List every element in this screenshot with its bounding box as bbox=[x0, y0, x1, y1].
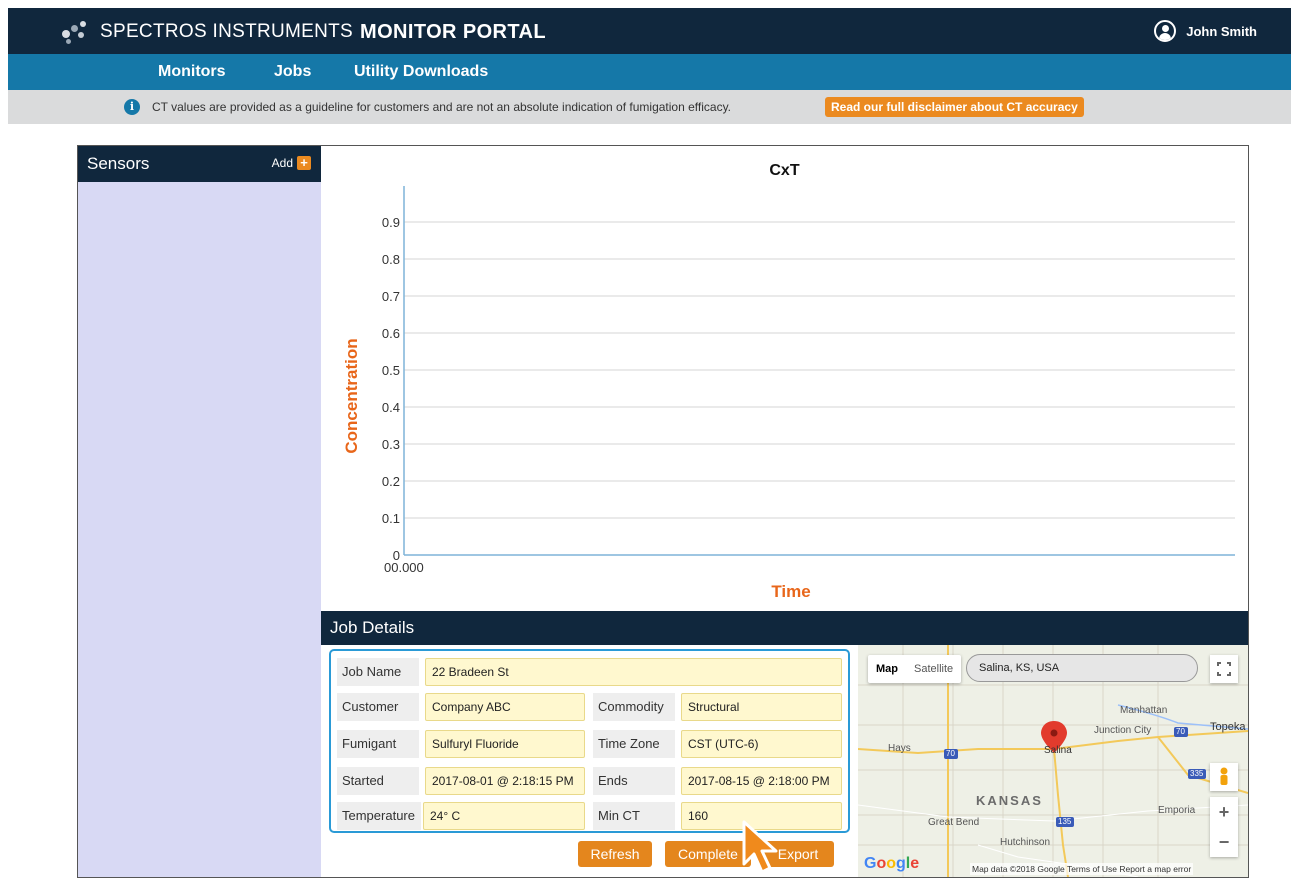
user-menu[interactable]: John Smith bbox=[1154, 20, 1257, 42]
y-tick-label: 0.3 bbox=[382, 437, 400, 452]
zoom-control: + − bbox=[1210, 797, 1238, 857]
map-label-manhattan: Manhattan bbox=[1120, 705, 1168, 716]
complete-button[interactable]: Complete bbox=[665, 841, 751, 867]
user-name: John Smith bbox=[1186, 23, 1257, 39]
fullscreen-icon[interactable] bbox=[1210, 655, 1238, 683]
y-tick-label: 0.7 bbox=[382, 289, 400, 304]
nav-utility-downloads[interactable]: Utility Downloads bbox=[354, 63, 488, 81]
mouse-pointer-icon bbox=[742, 820, 778, 874]
started-label: Started bbox=[337, 767, 419, 795]
y-tick-label: 0.9 bbox=[382, 215, 400, 230]
i70-shield-east: 70 bbox=[1176, 727, 1185, 736]
y-tick-label: 0.4 bbox=[382, 400, 400, 415]
map-label-hutchinson: Hutchinson bbox=[1000, 837, 1051, 848]
job-details-header: Job Details bbox=[321, 611, 1248, 645]
nav-monitors[interactable]: Monitors bbox=[158, 63, 226, 81]
spectros-logo-icon bbox=[60, 20, 92, 44]
zoom-out-button[interactable]: − bbox=[1210, 827, 1238, 857]
ends-label: Ends bbox=[593, 767, 675, 795]
y-tick-label: 0.5 bbox=[382, 363, 400, 378]
customer-field[interactable]: Company ABC bbox=[425, 693, 585, 721]
x-axis-title: Time bbox=[771, 582, 810, 601]
x-tick-label: 00.000 bbox=[384, 560, 424, 575]
brand[interactable]: SPECTROS INSTRUMENTS MONITOR PORTAL bbox=[60, 20, 546, 44]
i70-shield-west: 70 bbox=[946, 749, 955, 758]
google-logo: Google bbox=[864, 855, 920, 872]
map-type-satellite-button[interactable]: Satellite bbox=[906, 655, 961, 683]
map-search-input[interactable]: Salina, KS, USA bbox=[966, 654, 1198, 682]
y-tick-label: 0.8 bbox=[382, 252, 400, 267]
chart-canvas: 0.90.80.70.60.50.40.30.20.1000.000Concen… bbox=[342, 186, 1235, 601]
ends-field[interactable]: 2017-08-15 @ 2:18:00 PM bbox=[681, 767, 842, 795]
job-details-form: Job Name 22 Bradeen St Customer Company … bbox=[329, 649, 850, 833]
started-row: Started 2017-08-01 @ 2:18:15 PM Ends 201… bbox=[337, 767, 842, 795]
map-type-map-button[interactable]: Map bbox=[868, 655, 906, 683]
started-field[interactable]: 2017-08-01 @ 2:18:15 PM bbox=[425, 767, 585, 795]
cxt-chart: CxT 0.9 0.8 0.7 0.6 0.5 0.4 0.3 0.2 0.1 0 00.000 Co… bbox=[321, 146, 1248, 611]
i335-shield: 335 bbox=[1190, 769, 1204, 778]
map-label-salina: Salina bbox=[1044, 745, 1072, 756]
sensors-title: Sensors bbox=[87, 154, 150, 173]
job-details-title: Job Details bbox=[330, 618, 415, 637]
disclaimer-link[interactable]: Read our full disclaimer about CT accura… bbox=[825, 97, 1084, 117]
y-tick-label: 0.1 bbox=[382, 511, 400, 526]
y-axis-title: Concentration bbox=[342, 338, 361, 453]
notice-text: CT values are provided as a guideline fo… bbox=[152, 100, 732, 114]
info-icon: i bbox=[124, 99, 140, 115]
fumigant-field[interactable]: Sulfuryl Fluoride bbox=[425, 730, 585, 758]
commodity-label: Commodity bbox=[593, 693, 675, 721]
job-name-field[interactable]: 22 Bradeen St bbox=[425, 658, 842, 686]
main-panel: Sensors Add + CxT 0.9 0.8 0.7 0.6 0.5 0.4 0.3 0… bbox=[77, 145, 1249, 878]
map-label-junction-city: Junction City bbox=[1094, 725, 1152, 736]
plus-icon: + bbox=[297, 156, 311, 170]
min-ct-label: Min CT bbox=[593, 802, 675, 830]
street-view-pegman-icon[interactable] bbox=[1210, 763, 1238, 791]
y-tick-label: 0.6 bbox=[382, 326, 400, 341]
map-label-hays: Hays bbox=[888, 743, 911, 754]
map-type-control: Map Satellite bbox=[868, 655, 962, 683]
map-label-emporia: Emporia bbox=[1158, 805, 1196, 816]
main-nav: Monitors Jobs Utility Downloads bbox=[8, 54, 1291, 90]
map-label-kansas: KANSAS bbox=[976, 793, 1043, 808]
job-location-map[interactable]: 70 70 335 135 Manhattan Junction City To… bbox=[858, 645, 1248, 877]
time-zone-label: Time Zone bbox=[593, 730, 675, 758]
y-tick-label: 0.2 bbox=[382, 474, 400, 489]
zoom-in-button[interactable]: + bbox=[1210, 797, 1238, 827]
user-avatar-icon bbox=[1154, 20, 1177, 42]
customer-label: Customer bbox=[337, 693, 419, 721]
map-label-topeka: Topeka bbox=[1210, 721, 1246, 733]
refresh-button[interactable]: Refresh bbox=[578, 841, 652, 867]
fumigant-row: Fumigant Sulfuryl Fluoride Time Zone CST… bbox=[337, 730, 842, 758]
brand-product: MONITOR PORTAL bbox=[360, 20, 546, 43]
top-header: SPECTROS INSTRUMENTS MONITOR PORTAL John… bbox=[8, 8, 1291, 54]
sensors-sidebar: Sensors Add + bbox=[78, 146, 321, 877]
temperature-label: Temperature bbox=[337, 802, 421, 830]
i135-shield: 135 bbox=[1058, 817, 1072, 826]
fumigant-label: Fumigant bbox=[337, 730, 419, 758]
customer-row: Customer Company ABC Commodity Structura… bbox=[337, 693, 842, 721]
map-label-great-bend: Great Bend bbox=[928, 817, 980, 828]
map-attribution[interactable]: Map data ©2018 Google Terms of Use Repor… bbox=[970, 863, 1194, 875]
temperature-field[interactable]: 24° C bbox=[423, 802, 585, 830]
commodity-field[interactable]: Structural bbox=[681, 693, 842, 721]
job-name-label: Job Name bbox=[337, 658, 419, 686]
job-name-row: Job Name 22 Bradeen St bbox=[337, 658, 842, 686]
ct-notice-bar: i CT values are provided as a guideline … bbox=[8, 90, 1291, 124]
nav-jobs[interactable]: Jobs bbox=[274, 63, 311, 81]
time-zone-field[interactable]: CST (UTC-6) bbox=[681, 730, 842, 758]
add-sensor-button[interactable]: Add + bbox=[272, 156, 311, 170]
add-sensor-label: Add bbox=[271, 156, 293, 170]
sensors-header: Sensors Add + bbox=[78, 146, 321, 182]
brand-name: SPECTROS INSTRUMENTS bbox=[100, 21, 354, 42]
